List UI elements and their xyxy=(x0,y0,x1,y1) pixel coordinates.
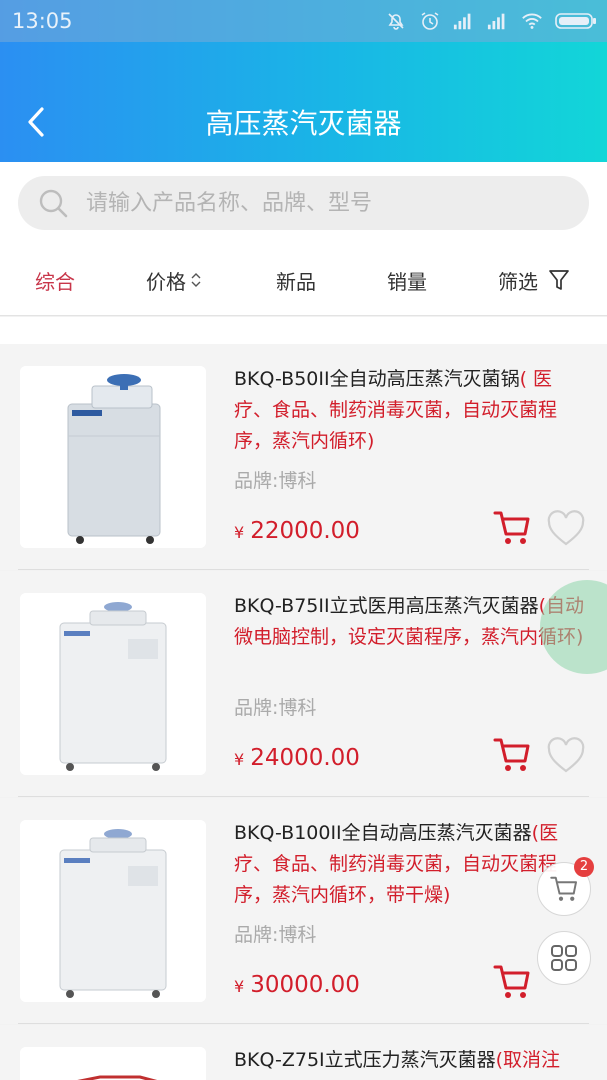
product-price: ¥24000.00 xyxy=(234,745,360,771)
product-card[interactable]: BKQ-B100II全自动高压蒸汽灭菌器(医疗、食品、制药消毒灭菌，自动灭菌程序… xyxy=(0,798,607,1024)
product-title[interactable]: BKQ-Z75I立式压力蒸汽灭菌器(取消注 xyxy=(234,1045,586,1076)
sort-tab-label: 销量 xyxy=(387,269,427,294)
sort-tab-sales[interactable]: 销量 xyxy=(387,244,427,316)
sort-bar: 综合 价格 新品 销量 筛选 xyxy=(0,244,607,316)
add-to-cart-button[interactable] xyxy=(492,962,532,1002)
cart-icon xyxy=(493,965,530,998)
heart-icon xyxy=(547,737,585,773)
sort-tab-label: 筛选 xyxy=(498,269,538,294)
product-title[interactable]: BKQ-B75II立式医用高压蒸汽灭菌器(自动微电脑控制，设定灭菌程序，蒸汽内循… xyxy=(234,591,586,653)
favorite-button[interactable] xyxy=(546,510,586,548)
product-image[interactable] xyxy=(20,1047,206,1080)
sort-tab-comprehensive[interactable]: 综合 xyxy=(35,244,75,316)
product-price: ¥30000.00 xyxy=(234,972,360,998)
product-card[interactable]: BKQ-B50II全自动高压蒸汽灭菌锅( 医疗、食品、制药消毒灭菌，自动灭菌程序… xyxy=(0,344,607,570)
mute-icon xyxy=(385,10,407,32)
currency-symbol: ¥ xyxy=(234,977,245,996)
price-value: 22000.00 xyxy=(250,518,360,544)
grid-icon xyxy=(551,945,577,971)
product-name: BKQ-B75II立式医用高压蒸汽灭菌器 xyxy=(234,595,539,617)
search-bar xyxy=(0,162,607,244)
filter-icon xyxy=(548,268,570,292)
product-title[interactable]: BKQ-B100II全自动高压蒸汽灭菌器(医疗、食品、制药消毒灭菌，自动灭菌程序… xyxy=(234,818,586,911)
divider xyxy=(18,569,589,570)
product-brand: 品牌:博科 xyxy=(234,924,317,946)
search-icon xyxy=(38,188,70,220)
search-box[interactable] xyxy=(18,176,589,230)
product-card[interactable]: BKQ-B75II立式医用高压蒸汽灭菌器(自动微电脑控制，设定灭菌程序，蒸汽内循… xyxy=(0,571,607,797)
divider xyxy=(18,1023,589,1024)
floating-cart-button[interactable]: 2 xyxy=(537,857,594,916)
product-card[interactable]: BKQ-Z75I立式压力蒸汽灭菌器(取消注 xyxy=(0,1025,607,1080)
wifi-icon xyxy=(521,10,543,32)
product-name: BKQ-B50II全自动高压蒸汽灭菌锅 xyxy=(234,368,520,390)
page-title: 高压蒸汽灭菌器 xyxy=(205,107,402,140)
signal-icon-2 xyxy=(487,10,509,32)
cart-icon xyxy=(550,876,577,901)
app-header: 13:05 高压蒸汽灭菌器 xyxy=(0,0,607,162)
currency-symbol: ¥ xyxy=(234,523,245,542)
price-value: 30000.00 xyxy=(250,972,360,998)
product-image[interactable] xyxy=(20,820,206,1002)
cart-count-badge: 2 xyxy=(574,857,594,877)
status-bar: 13:05 xyxy=(0,0,607,42)
status-icons xyxy=(385,9,597,33)
sort-tab-price[interactable]: 价格 xyxy=(146,244,202,316)
product-name: BKQ-Z75I立式压力蒸汽灭菌器 xyxy=(234,1049,496,1071)
sort-tab-label: 价格 xyxy=(146,269,186,294)
favorite-button[interactable] xyxy=(546,737,586,775)
product-price: ¥22000.00 xyxy=(234,518,360,544)
sort-tab-new[interactable]: 新品 xyxy=(276,244,316,316)
currency-symbol: ¥ xyxy=(234,750,245,769)
product-brand: 品牌:博科 xyxy=(234,470,317,492)
cart-icon xyxy=(493,511,530,544)
add-to-cart-button[interactable] xyxy=(492,508,532,548)
floating-menu-button[interactable] xyxy=(537,931,591,985)
sort-updown-icon xyxy=(190,270,202,290)
signal-icon xyxy=(453,10,475,32)
status-time: 13:05 xyxy=(12,9,73,33)
sort-tab-filter[interactable]: 筛选 xyxy=(498,244,570,316)
search-input[interactable] xyxy=(86,176,566,230)
product-name: BKQ-B100II全自动高压蒸汽灭菌器 xyxy=(234,822,532,844)
product-image[interactable] xyxy=(20,593,206,775)
spacer xyxy=(0,317,607,344)
product-image[interactable] xyxy=(20,366,206,548)
product-desc: (取消注 xyxy=(495,1049,561,1071)
product-brand: 品牌:博科 xyxy=(234,697,317,719)
sort-tab-label: 综合 xyxy=(35,269,75,294)
alarm-icon xyxy=(419,10,441,32)
divider xyxy=(18,796,589,797)
add-to-cart-button[interactable] xyxy=(492,735,532,775)
sort-tab-label: 新品 xyxy=(276,269,316,294)
cart-icon xyxy=(493,738,530,771)
heart-icon xyxy=(547,510,585,546)
price-value: 24000.00 xyxy=(250,745,360,771)
product-title[interactable]: BKQ-B50II全自动高压蒸汽灭菌锅( 医疗、食品、制药消毒灭菌，自动灭菌程序… xyxy=(234,364,586,457)
battery-icon xyxy=(555,10,597,32)
